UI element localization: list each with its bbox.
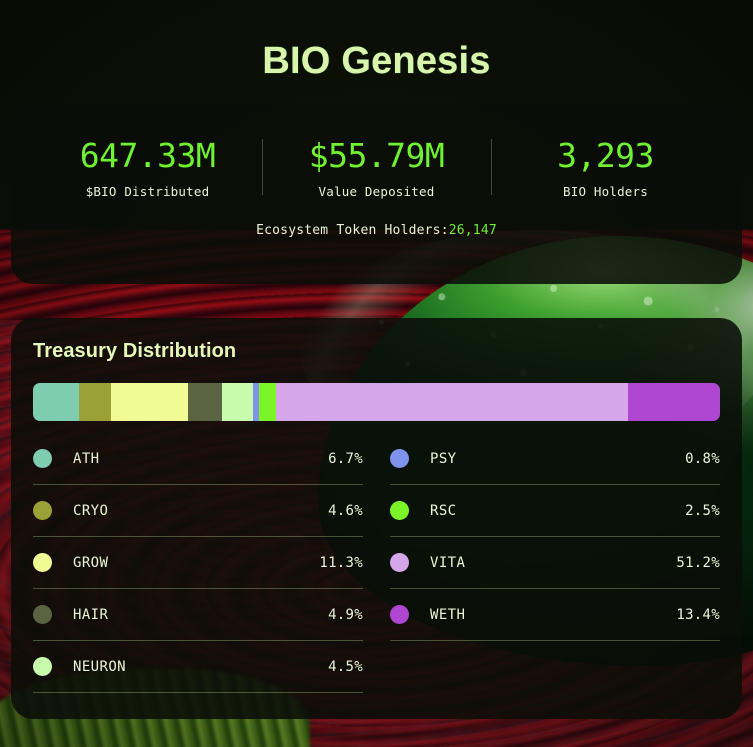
legend-color-dot-icon [33, 553, 52, 572]
treasury-distribution-panel: Treasury Distribution ATH 6.7% CRYO 4.6% GRO… [11, 318, 742, 719]
stat-label: BIO Holders [563, 183, 648, 199]
legend-token-percent: 6.7% [328, 450, 363, 467]
legend-row[interactable]: WETH 13.4% [390, 589, 720, 641]
legend-token-name: ATH [73, 450, 100, 467]
distribution-segment-cryo[interactable] [79, 383, 111, 421]
legend-token-percent: 4.9% [328, 606, 363, 623]
legend-color-dot-icon [33, 449, 52, 468]
ecosystem-token-holders: Ecosystem Token Holders:26,147 [33, 223, 720, 238]
distribution-segment-weth[interactable] [627, 383, 720, 421]
stat-label: $BIO Distributed [85, 183, 210, 199]
legend-row[interactable]: GROW 11.3% [33, 537, 363, 589]
legend-row-spacer [390, 641, 720, 693]
page-root: BIO Genesis 647.33M $BIO Distributed $55… [0, 0, 753, 747]
legend-color-dot-icon [390, 501, 409, 520]
legend-row[interactable]: NEURON 4.5% [33, 641, 363, 693]
stats-row: 647.33M $BIO Distributed $55.79M Value D… [33, 137, 720, 199]
legend-column-left: ATH 6.7% CRYO 4.6% GROW 11.3% HAIR 4.9% NEURON 4.… [33, 433, 363, 693]
legend-row[interactable]: VITA 51.2% [390, 537, 720, 589]
legend-token-name: PSY [430, 450, 457, 467]
legend-row[interactable]: RSC 2.5% [390, 485, 720, 537]
distribution-segment-ath[interactable] [33, 383, 80, 421]
distribution-legend: ATH 6.7% CRYO 4.6% GROW 11.3% HAIR 4.9% NEURON 4.… [33, 433, 720, 693]
legend-color-dot-icon [33, 605, 52, 624]
stat-value-deposited: $55.79M Value Deposited [262, 137, 491, 199]
page-title: BIO Genesis [262, 40, 491, 82]
stat-bio-holders: 3,293 BIO Holders [491, 137, 720, 199]
legend-color-dot-icon [390, 605, 409, 624]
legend-token-percent: 0.8% [685, 450, 720, 467]
distribution-segment-rsc[interactable] [258, 383, 276, 421]
distribution-segment-grow[interactable] [110, 383, 189, 421]
legend-row[interactable]: ATH 6.7% [33, 433, 363, 485]
distribution-segment-hair[interactable] [188, 383, 223, 421]
distribution-segment-vita[interactable] [275, 383, 628, 421]
legend-row[interactable]: HAIR 4.9% [33, 589, 363, 641]
legend-token-percent: 4.6% [328, 502, 363, 519]
legend-token-percent: 2.5% [685, 502, 720, 519]
legend-column-right: PSY 0.8% RSC 2.5% VITA 51.2% WETH 13.4% [390, 433, 720, 693]
treasury-distribution-title: Treasury Distribution [33, 340, 237, 362]
legend-token-name: HAIR [73, 606, 109, 623]
stat-bio-distributed: 647.33M $BIO Distributed [33, 137, 262, 199]
legend-color-dot-icon [390, 553, 409, 572]
legend-token-name: CRYO [73, 502, 109, 519]
legend-color-dot-icon [33, 501, 52, 520]
legend-color-dot-icon [390, 449, 409, 468]
stats-panel: 647.33M $BIO Distributed $55.79M Value D… [11, 104, 742, 284]
legend-token-percent: 51.2% [676, 554, 720, 571]
legend-token-name: NEURON [73, 658, 126, 675]
stat-value: 647.33M [79, 136, 216, 175]
legend-token-percent: 13.4% [676, 606, 720, 623]
stat-value: 3,293 [557, 136, 654, 175]
distribution-segment-neuron[interactable] [222, 383, 254, 421]
legend-row[interactable]: PSY 0.8% [390, 433, 720, 485]
ecosystem-token-holders-label: Ecosystem Token Holders: [256, 222, 449, 238]
legend-color-dot-icon [33, 657, 52, 676]
legend-token-name: RSC [430, 502, 457, 519]
stat-label: Value Deposited [318, 183, 435, 199]
legend-token-percent: 11.3% [319, 554, 363, 571]
legend-token-name: GROW [73, 554, 109, 571]
legend-token-percent: 4.5% [328, 658, 363, 675]
stat-value: $55.79M [308, 136, 445, 175]
distribution-bar [33, 383, 720, 421]
ecosystem-token-holders-value: 26,147 [448, 222, 497, 238]
legend-token-name: WETH [430, 606, 466, 623]
legend-token-name: VITA [430, 554, 466, 571]
legend-row[interactable]: CRYO 4.6% [33, 485, 363, 537]
